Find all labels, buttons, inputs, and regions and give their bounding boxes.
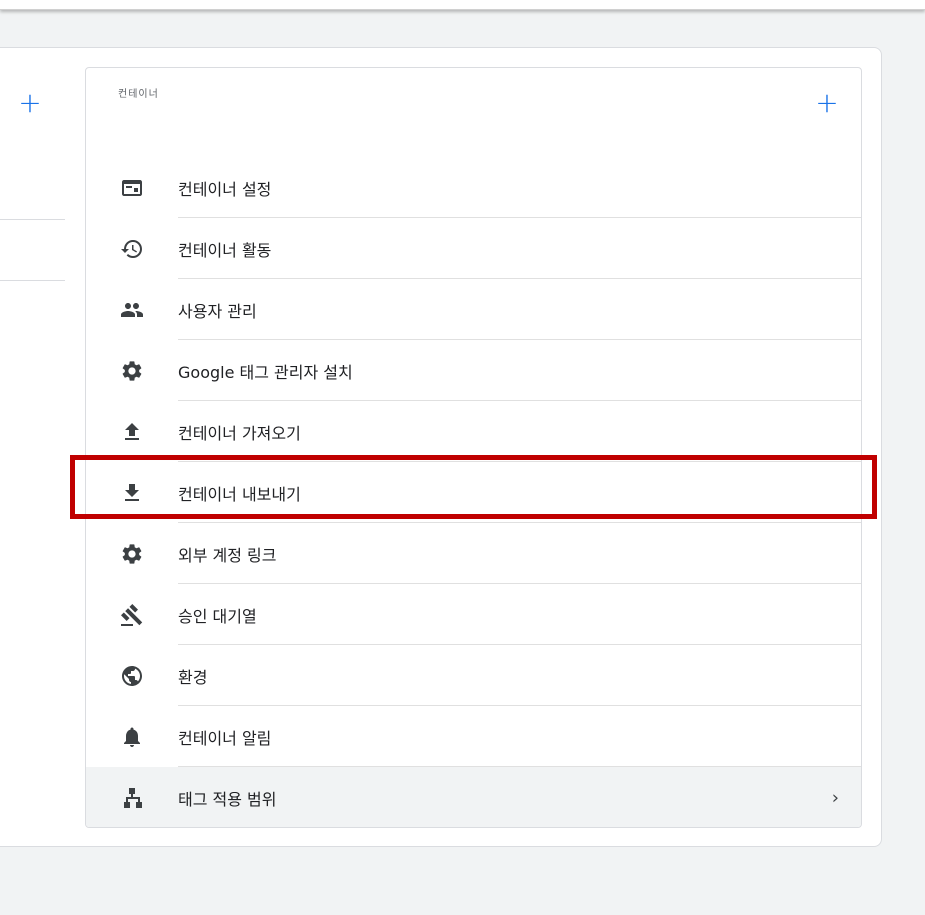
bell-icon [119,724,145,750]
menu-item-label: 컨테이너 활동 [178,240,272,260]
account-divider [0,219,65,220]
menu-item-label: 컨테이너 알림 [178,728,272,748]
menu-item-environments[interactable]: 환경 [86,645,861,706]
sitemap-icon [119,785,145,811]
menu-item-approval-queue[interactable]: 승인 대기열 [86,584,861,645]
container-card: 컨테이너 + 컨테이너 설정 컨테이너 활동 사용자 관리 Google 태그 … [85,67,862,828]
menu-item-user-management[interactable]: 사용자 관리 [86,279,861,340]
menu-item-label: 컨테이너 가져오기 [178,423,301,443]
menu-item-export-container[interactable]: 컨테이너 내보내기 [86,462,861,523]
gear-icon [119,541,145,567]
menu-item-label: Google 태그 관리자 설치 [178,362,353,382]
container-card-title: 컨테이너 [118,89,159,100]
gavel-icon [119,602,145,628]
upload-icon [119,419,145,445]
web-asset-icon [119,175,145,201]
people-icon [119,297,145,323]
menu-item-label: 컨테이너 내보내기 [178,484,301,504]
menu-item-label: 컨테이너 설정 [178,179,272,199]
menu-item-label: 외부 계정 링크 [178,545,277,565]
top-app-bar [0,0,925,10]
download-icon [119,480,145,506]
menu-item-container-activity[interactable]: 컨테이너 활동 [86,218,861,279]
account-add-button[interactable]: + [18,88,42,118]
container-menu: 컨테이너 설정 컨테이너 활동 사용자 관리 Google 태그 관리자 설치 … [86,157,861,827]
menu-item-install-gtm[interactable]: Google 태그 관리자 설치 [86,340,861,401]
menu-item-label: 사용자 관리 [178,301,257,321]
menu-item-label: 승인 대기열 [178,606,257,626]
menu-item-label: 태그 적용 범위 [178,789,277,809]
menu-item-external-account-links[interactable]: 외부 계정 링크 [86,523,861,584]
history-icon [119,236,145,262]
menu-item-label: 환경 [178,667,208,687]
gear-icon [119,358,145,384]
menu-item-tag-coverage[interactable]: 태그 적용 범위 › [86,767,861,827]
menu-item-import-container[interactable]: 컨테이너 가져오기 [86,401,861,462]
menu-item-container-settings[interactable]: 컨테이너 설정 [86,157,861,218]
account-divider [0,280,65,281]
menu-item-container-notifications[interactable]: 컨테이너 알림 [86,706,861,767]
chevron-right-icon: › [831,787,839,808]
container-add-button[interactable]: + [815,88,839,118]
globe-icon [119,663,145,689]
